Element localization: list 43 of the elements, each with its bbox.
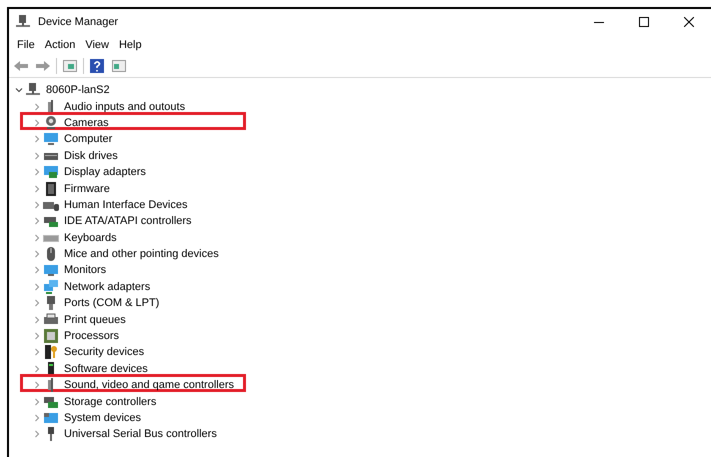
chip-icon [43,180,59,197]
help-button[interactable] [88,58,106,74]
monitor-icon [43,131,59,148]
forward-button[interactable] [34,58,52,74]
tree-item[interactable]: Security devices [64,346,144,358]
menu-item[interactable]: Action [40,39,80,51]
network-icon [43,278,59,295]
tree-item[interactable]: Universal Serial Bus controllers [64,428,217,440]
key-tower-icon [43,344,59,360]
tree-item[interactable]: Print queues [64,314,126,326]
tree-item[interactable]: Disk drives [64,150,118,162]
tree-item[interactable]: IDE ATA/ATAPI controllers [64,215,192,228]
menu-item[interactable]: View [80,39,114,51]
tree-item[interactable]: Display adapters [64,166,146,178]
tree-item[interactable]: Sound, video and qame controllers [64,379,234,392]
tree-item[interactable]: Storage controllers [64,396,156,408]
computer-folder-icon [43,410,59,426]
menu-item[interactable]: File [12,39,40,51]
monitor-icon [43,262,59,278]
tree-item[interactable]: Monitors [64,264,106,276]
tree-item[interactable]: Ports (COM & LPT) [64,297,160,310]
tree-item[interactable]: Network adapters [64,280,150,293]
tree-item[interactable]: Processors [64,330,120,342]
tree-item[interactable]: Software devices [64,362,148,375]
tree-item[interactable]: Human Interface Devices [64,198,188,211]
back-button[interactable] [12,58,30,74]
webcam-icon [43,114,59,131]
menu-item[interactable]: Help [114,39,147,51]
tree-item[interactable]: Computer [64,133,112,146]
tree-item[interactable]: 8060P-lanS2 [46,84,110,96]
computer-network-icon [15,14,31,30]
properties-button[interactable] [61,58,79,74]
tree-item[interactable]: System devices [64,412,142,424]
maximize-icon [638,17,648,27]
close-icon [684,17,694,27]
processor-icon [43,328,59,344]
tree-item[interactable]: Keyboards [64,232,117,244]
window-title: Device Manager [38,16,120,28]
tree-item[interactable]: Firmware [64,182,110,195]
tree-item[interactable]: Mice and other pointing devices [64,248,219,260]
display-card-icon [43,164,59,180]
tree-item[interactable]: Audio inputs and outouts [64,100,186,113]
tree-item[interactable]: Cameras [64,116,109,129]
